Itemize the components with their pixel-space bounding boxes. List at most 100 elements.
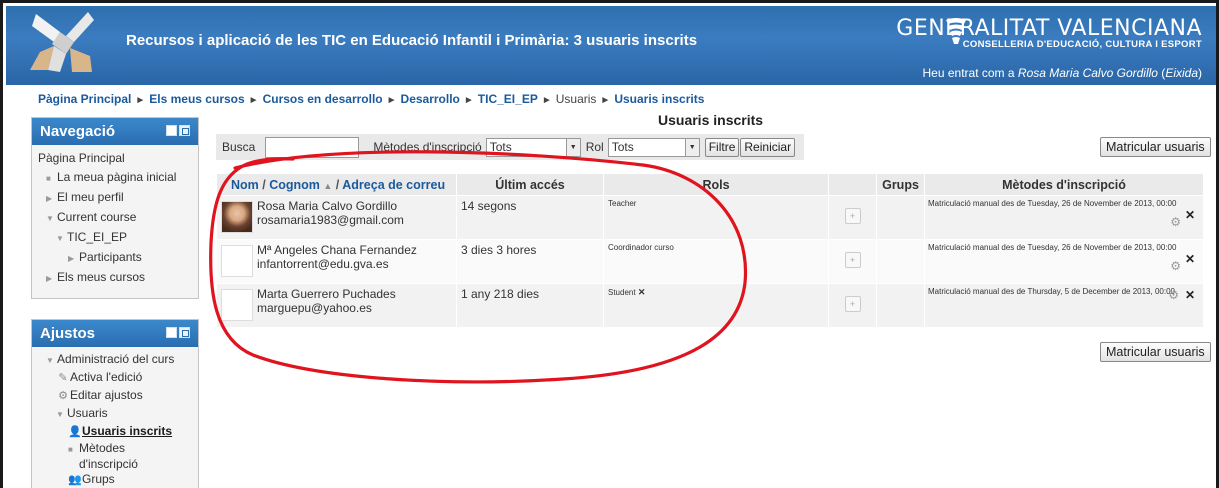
filter-button[interactable]: Filtre	[704, 137, 740, 157]
breadcrumb-desarrollo[interactable]: Desarrollo	[401, 92, 460, 106]
unenrol-icon[interactable]: ✕	[1185, 288, 1195, 302]
remove-role-icon[interactable]: ✕	[638, 287, 646, 297]
user-name[interactable]: Rosa Maria Calvo Gordillo	[257, 199, 397, 213]
breadcrumb-users: Usuaris	[555, 92, 597, 106]
expand-icon: ▶	[46, 274, 53, 283]
enrol-users-button-bottom[interactable]: Matricular usuaris	[1100, 342, 1211, 362]
settings-turn-editing-on[interactable]: ✎ Activa l'edició	[38, 369, 192, 387]
settings-enrolment-methods[interactable]: ■ Mètodes d'inscripció	[38, 441, 192, 471]
gear-icon[interactable]: ⚙	[1170, 215, 1181, 229]
settings-groups[interactable]: 👥Grups	[38, 471, 192, 488]
settings-block-header: Ajustos	[32, 320, 198, 347]
add-role-icon[interactable]: +	[844, 252, 861, 268]
dock-block-icon[interactable]	[179, 327, 190, 338]
avatar[interactable]	[221, 289, 253, 321]
user-info: Marta Guerrero Puchades marguepu@yahoo.es	[257, 287, 396, 315]
header-separator: /	[332, 177, 343, 192]
nav-item-my-courses[interactable]: ▶ Els meus cursos	[38, 268, 192, 288]
navigation-block-header: Navegació	[32, 118, 198, 145]
sort-last-name[interactable]: Cognom	[269, 178, 320, 192]
login-user-link[interactable]: Rosa Maria Calvo Gordillo	[1018, 66, 1158, 80]
page-title: Recursos i aplicació de les TIC en Educa…	[126, 32, 698, 49]
unenrol-icon[interactable]: ✕	[1185, 252, 1195, 266]
navigation-block: Navegació Pàgina Principal ■ La meua pàgi…	[31, 117, 199, 299]
nav-item-label: Current course	[57, 210, 137, 224]
settings-list: ▼ Administració del curs ✎ Activa l'edició…	[32, 347, 198, 488]
add-role-icon[interactable]: +	[844, 208, 861, 224]
roles-cell: Coordinador curso	[603, 239, 829, 284]
enrolled-users-table: Nom / Cognom ▲ / Adreça de correu Últim …	[216, 173, 1204, 328]
column-header-label: Últim accés	[495, 177, 565, 192]
collapse-block-icon[interactable]	[166, 125, 177, 136]
pencil-icon: ✎	[58, 372, 68, 384]
nav-item-current-course[interactable]: ▼ Current course	[38, 208, 192, 228]
column-header-label: Rols	[702, 177, 730, 192]
collapse-icon: ▼	[46, 356, 54, 365]
dock-block-icon[interactable]	[179, 125, 190, 136]
settings-course-admin[interactable]: ▼ Administració del curs	[38, 351, 192, 369]
gear-icon[interactable]: ⚙	[1170, 259, 1181, 273]
header-separator: /	[258, 177, 270, 192]
sort-first-name[interactable]: Nom	[231, 178, 259, 192]
breadcrumb-courses-dev[interactable]: Cursos en desarrollo	[263, 92, 383, 106]
methods-select[interactable]: Tots ▼	[485, 137, 581, 157]
reset-button[interactable]: Reiniciar	[740, 137, 796, 157]
role-label: Coordinador curso	[608, 243, 674, 252]
breadcrumb-separator-icon: ►	[463, 95, 474, 106]
breadcrumb-home[interactable]: Pàgina Principal	[38, 92, 131, 106]
table-header-row: Nom / Cognom ▲ / Adreça de correu Últim …	[216, 173, 1204, 196]
breadcrumb-my-courses[interactable]: Els meus cursos	[149, 92, 244, 106]
user-cell: Rosa Maria Calvo Gordillo rosamaria1983@g…	[216, 195, 457, 240]
nav-item-participants[interactable]: ▶ Participants	[38, 248, 192, 268]
column-header-last-access[interactable]: Últim accés	[456, 173, 604, 196]
avatar[interactable]	[221, 201, 253, 233]
avatar[interactable]	[221, 245, 253, 277]
column-header-label: Mètodes d'inscripció	[1002, 177, 1126, 192]
unenrol-icon[interactable]: ✕	[1185, 208, 1195, 222]
collapse-icon: ▼	[56, 234, 64, 243]
breadcrumb-enrolled-users[interactable]: Usuaris inscrits	[614, 92, 704, 106]
settings-edit-settings[interactable]: ⚙ Editar ajustos	[38, 387, 192, 405]
navigation-list: Pàgina Principal ■ La meua pàgina inicial…	[32, 145, 198, 292]
login-info: Heu entrat com a Rosa Maria Calvo Gordil…	[922, 66, 1202, 80]
role-select-value: Tots	[611, 140, 634, 154]
user-name[interactable]: Mª Angeles Chana Fernandez	[257, 243, 417, 257]
breadcrumb-course[interactable]: TIC_EI_EP	[478, 92, 538, 106]
user-cell: Marta Guerrero Puchades marguepu@yahoo.es	[216, 283, 457, 328]
column-header-methods: Mètodes d'inscripció	[924, 173, 1204, 196]
expand-icon: ▶	[46, 194, 53, 203]
breadcrumb: Pàgina Principal ► Els meus cursos ► Cursos …	[38, 92, 704, 106]
nav-item-dashboard[interactable]: ■ La meua pàgina inicial	[38, 168, 192, 188]
user-name[interactable]: Marta Guerrero Puchades	[257, 287, 396, 301]
collapse-block-icon[interactable]	[166, 327, 177, 338]
settings-item-label: Editar ajustos	[70, 388, 143, 402]
column-header-name: Nom / Cognom ▲ / Adreça de correu	[216, 173, 457, 196]
role-label: Student	[608, 288, 636, 297]
nav-item-profile[interactable]: ▶ El meu perfil	[38, 188, 192, 208]
main-heading: Usuaris inscrits	[658, 112, 764, 128]
nav-item-home[interactable]: Pàgina Principal	[38, 149, 192, 168]
user-info: Mª Angeles Chana Fernandez infantorrent@e…	[257, 243, 417, 271]
settings-item-label: Administració del curs	[57, 352, 175, 366]
table-row: Rosa Maria Calvo Gordillo rosamaria1983@g…	[216, 195, 1204, 240]
gear-icon[interactable]: ⚙	[1168, 288, 1179, 302]
method-label: Matriculació manual des de Tuesday, 26 d…	[928, 243, 1177, 252]
window-frame: Recursos i aplicació de les TIC en Educa…	[0, 0, 1219, 488]
nav-item-label: TIC_EI_EP	[67, 230, 128, 244]
settings-users[interactable]: ▼ Usuaris	[38, 405, 192, 423]
breadcrumb-separator-icon: ►	[600, 95, 611, 106]
search-input[interactable]	[265, 136, 360, 158]
settings-item-label: Activa l'edició	[70, 370, 143, 384]
role-select[interactable]: Tots ▼	[607, 137, 700, 157]
sort-email[interactable]: Adreça de correu	[342, 178, 445, 192]
method-label: Matriculació manual des de Thursday, 5 d…	[928, 287, 1175, 296]
groups-cell	[876, 195, 925, 240]
method-cell: Matriculació manual des de Tuesday, 26 d…	[924, 239, 1204, 284]
nav-item-course[interactable]: ▼ TIC_EI_EP	[38, 228, 192, 248]
table-row: Mª Angeles Chana Fernandez infantorrent@e…	[216, 239, 1204, 284]
add-role-icon[interactable]: +	[844, 296, 861, 312]
enrol-users-button-top[interactable]: Matricular usuaris	[1100, 137, 1211, 157]
logout-link[interactable]: Eixida	[1165, 66, 1198, 80]
settings-enrolled-users[interactable]: 👤Usuaris inscrits	[38, 423, 192, 441]
nav-item-label: La meua pàgina inicial	[57, 170, 177, 184]
